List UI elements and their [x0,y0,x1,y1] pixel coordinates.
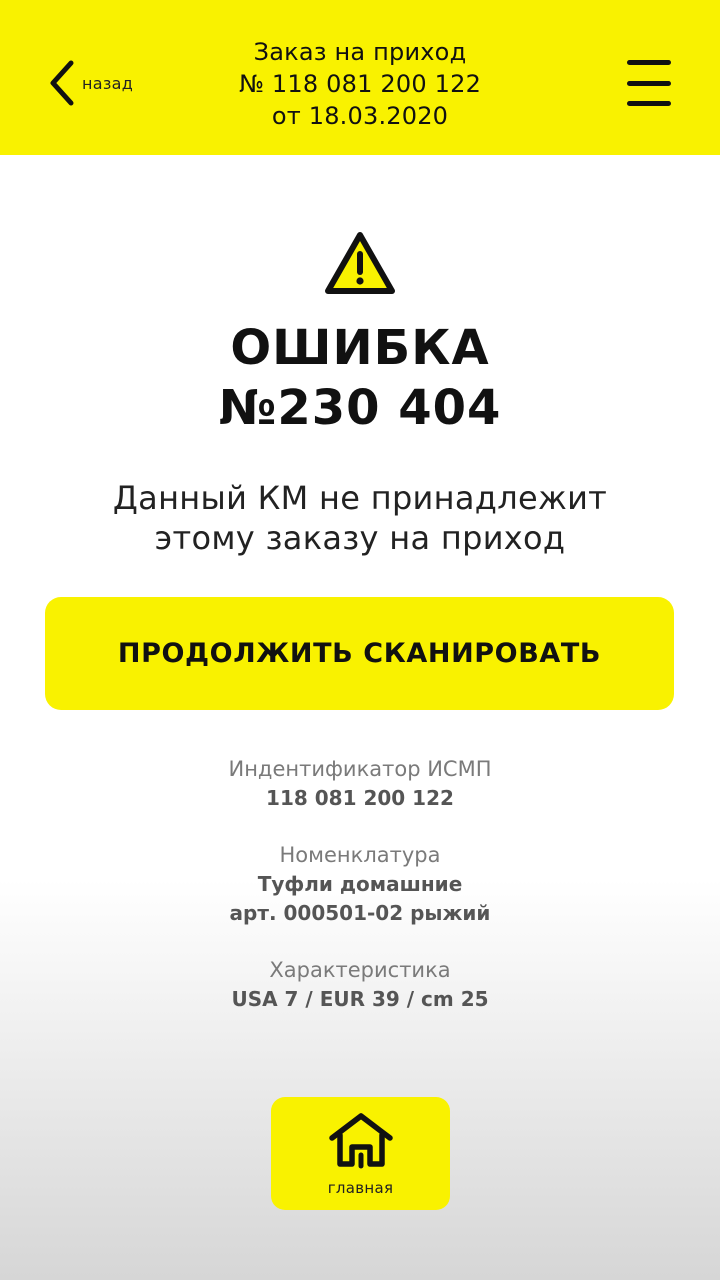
page-title: Заказ на приход № 118 081 200 122 от 18.… [150,36,570,132]
error-message-line: Данный КМ не принадлежит [112,479,608,517]
error-message: Данный КМ не принадлежит этому заказу на… [40,478,680,558]
characteristic-value: USA 7 / EUR 39 / cm 25 [231,987,489,1011]
title-line-order: Заказ на приход [253,38,467,66]
nomenclature-label: Номенклатура [279,843,441,867]
menu-bar [627,101,671,106]
home-label: главная [327,1179,394,1197]
back-label: назад [82,73,134,93]
home-button[interactable]: главная [271,1097,450,1210]
continue-scanning-button[interactable]: ПРОДОЛЖИТЬ СКАНИРОВАТЬ [45,597,674,710]
app-header: назад Заказ на приход № 118 081 200 122 … [0,0,720,155]
error-message-line: этому заказу на приход [154,519,566,557]
ismp-id-block: Индентификатор ИСМП 118 081 200 122 [60,755,660,813]
menu-bar [627,60,671,65]
ismp-id-value: 118 081 200 122 [266,786,454,810]
title-line-date: от 18.03.2020 [271,102,449,130]
nomenclature-block: Номенклатура Туфли домашние арт. 000501-… [60,841,660,928]
error-code: №230 404 [218,380,502,436]
ismp-id-label: Индентификатор ИСМП [228,757,492,781]
hamburger-menu-icon[interactable] [627,60,671,106]
characteristic-label: Характеристика [269,958,451,982]
characteristic-block: Характеристика USA 7 / EUR 39 / cm 25 [60,956,660,1014]
chevron-left-icon [50,60,74,106]
menu-bar [627,80,671,86]
home-icon [329,1113,393,1169]
title-line-number: № 118 081 200 122 [238,70,482,98]
nomenclature-article: арт. 000501-02 рыжий [229,901,491,925]
back-button[interactable]: назад [44,56,133,110]
error-title: ОШИБКА №230 404 [60,318,660,438]
nomenclature-name: Туфли домашние [257,872,463,896]
error-heading: ОШИБКА [230,320,490,376]
warning-icon [324,230,396,296]
